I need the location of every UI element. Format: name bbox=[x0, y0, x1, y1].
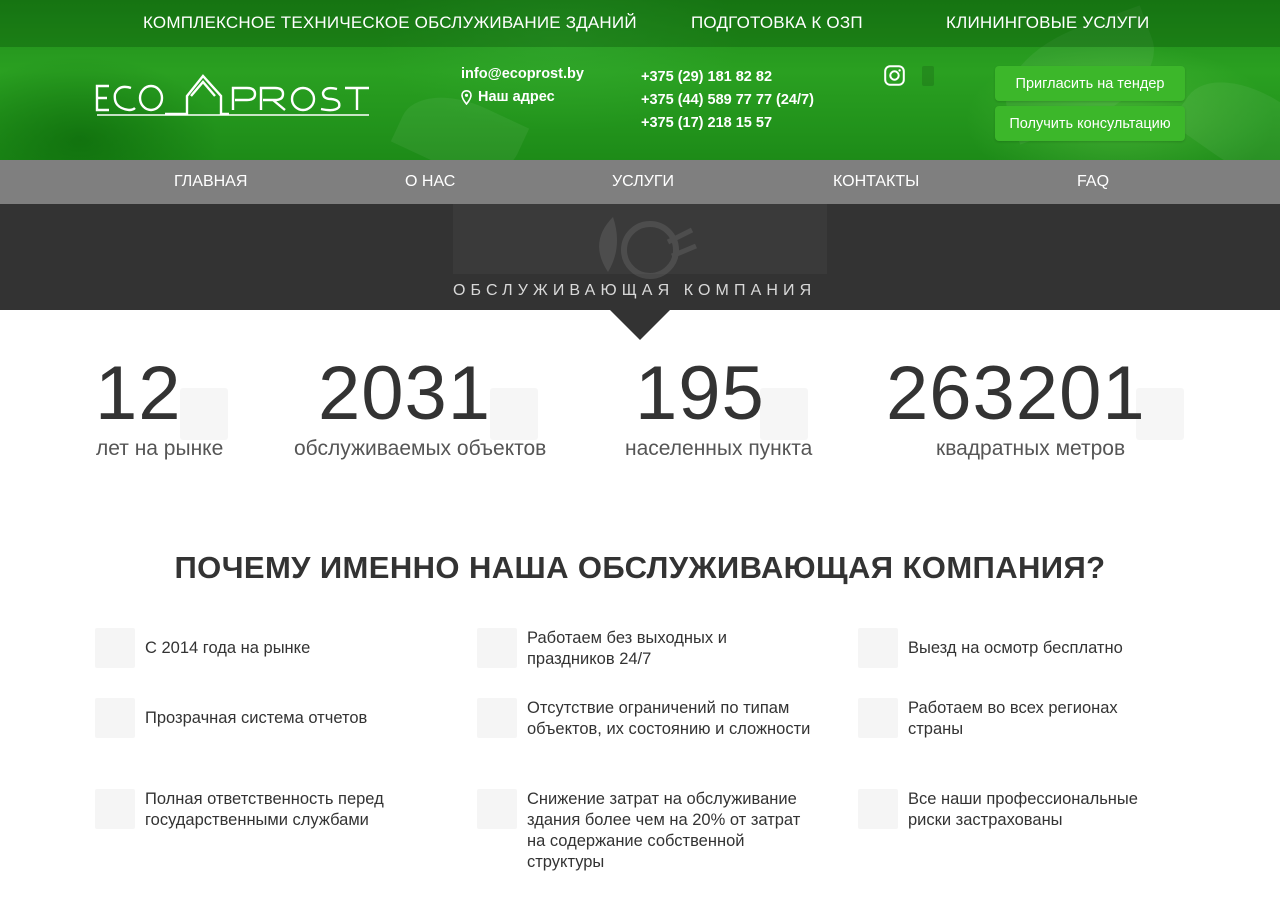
feature-text: Работаем без выходных и праздников 24/7 bbox=[527, 629, 727, 668]
stat-number: 12 bbox=[95, 351, 182, 436]
stat-icon bbox=[760, 388, 808, 440]
ecoprost-logo[interactable] bbox=[95, 70, 371, 118]
feature-icon bbox=[858, 628, 898, 668]
top-link-cleaning[interactable]: КЛИНИНГОВЫЕ УСЛУГИ bbox=[946, 13, 1149, 33]
nav-item-contacts[interactable]: КОНТАКТЫ bbox=[833, 173, 919, 191]
phone-number[interactable]: +375 (17) 218 15 57 bbox=[641, 112, 814, 135]
feature-icon bbox=[477, 789, 517, 829]
site-header: КОМПЛЕКСНОЕ ТЕХНИЧЕСКОЕ ОБСЛУЖИВАНИЕ ЗДА… bbox=[0, 0, 1280, 160]
band-caption: ОБСЛУЖИВАЮЩАЯ КОМПАНИЯ bbox=[453, 282, 817, 299]
social-icon[interactable] bbox=[922, 66, 934, 86]
instagram-icon[interactable] bbox=[884, 65, 905, 86]
phone-number[interactable]: +375 (44) 589 77 77 (24/7) bbox=[641, 89, 814, 112]
feature-icon bbox=[95, 789, 135, 829]
phone-number[interactable]: +375 (29) 181 82 82 bbox=[641, 66, 814, 89]
nav-item-about[interactable]: О НАС bbox=[405, 173, 455, 191]
stat-icon bbox=[180, 388, 228, 440]
feature-icon bbox=[477, 698, 517, 738]
stat-label: квадратных метров bbox=[936, 437, 1126, 460]
stat-icon bbox=[490, 388, 538, 440]
feature-icon bbox=[95, 628, 135, 668]
get-consultation-button[interactable]: Получить консультацию bbox=[995, 106, 1185, 141]
feature-icon bbox=[477, 628, 517, 668]
feature-text: Прозрачная система отчетов bbox=[145, 709, 368, 727]
feature-icon bbox=[95, 698, 135, 738]
leaf-plug-icon bbox=[599, 217, 697, 279]
invite-tender-button[interactable]: Пригласить на тендер bbox=[995, 66, 1185, 101]
address-label: Наш адрес bbox=[478, 89, 555, 105]
stat-number: 195 bbox=[635, 351, 765, 436]
feature-icon bbox=[858, 698, 898, 738]
stat-label: лет на рынке bbox=[96, 437, 224, 460]
address-link[interactable]: Наш адрес bbox=[461, 89, 555, 105]
main-nav: ГЛАВНАЯ О НАС УСЛУГИ КОНТАКТЫ FAQ bbox=[0, 160, 1280, 204]
background-leaf bbox=[1169, 57, 1280, 160]
stat-number: 263201 bbox=[886, 351, 1146, 436]
nav-item-home[interactable]: ГЛАВНАЯ bbox=[174, 173, 247, 191]
top-link-maintenance[interactable]: КОМПЛЕКСНОЕ ТЕХНИЧЕСКОЕ ОБСЛУЖИВАНИЕ ЗДА… bbox=[143, 13, 637, 33]
top-services-bar: КОМПЛЕКСНОЕ ТЕХНИЧЕСКОЕ ОБСЛУЖИВАНИЕ ЗДА… bbox=[0, 0, 1280, 47]
feature-text: Полная ответственность перед государстве… bbox=[145, 790, 384, 829]
feature-icon bbox=[858, 789, 898, 829]
nav-item-services[interactable]: УСЛУГИ bbox=[612, 173, 674, 191]
feature-text: Отсутствие ограничений по типам объектов… bbox=[527, 699, 811, 738]
contact-email[interactable]: info@ecoprost.by bbox=[461, 66, 584, 82]
feature-text: С 2014 года на рынке bbox=[145, 639, 311, 657]
feature-text: Все наши профессиональные риски застрахо… bbox=[908, 790, 1138, 829]
hero-band: ОБСЛУЖИВАЮЩАЯ КОМПАНИЯ bbox=[0, 204, 1280, 310]
top-link-ozp[interactable]: ПОДГОТОВКА К ОЗП bbox=[691, 13, 863, 33]
section-title: ПОЧЕМУ ИМЕННО НАША ОБСЛУЖИВАЮЩАЯ КОМПАНИ… bbox=[174, 550, 1106, 585]
feature-text: Выезд на осмотр бесплатно bbox=[908, 639, 1123, 657]
stat-label: населенных пункта bbox=[625, 437, 813, 460]
stat-number: 2031 bbox=[318, 351, 492, 436]
stat-label: обслуживаемых объектов bbox=[294, 437, 547, 460]
feature-text: Снижение затрат на обслуживание здания б… bbox=[527, 790, 801, 871]
nav-item-faq[interactable]: FAQ bbox=[1077, 173, 1109, 191]
feature-text: Работаем во всех регионах страны bbox=[908, 699, 1118, 738]
phone-list: +375 (29) 181 82 82 +375 (44) 589 77 77 … bbox=[641, 66, 814, 135]
band-arrow bbox=[610, 310, 670, 340]
map-pin-icon bbox=[461, 89, 472, 105]
